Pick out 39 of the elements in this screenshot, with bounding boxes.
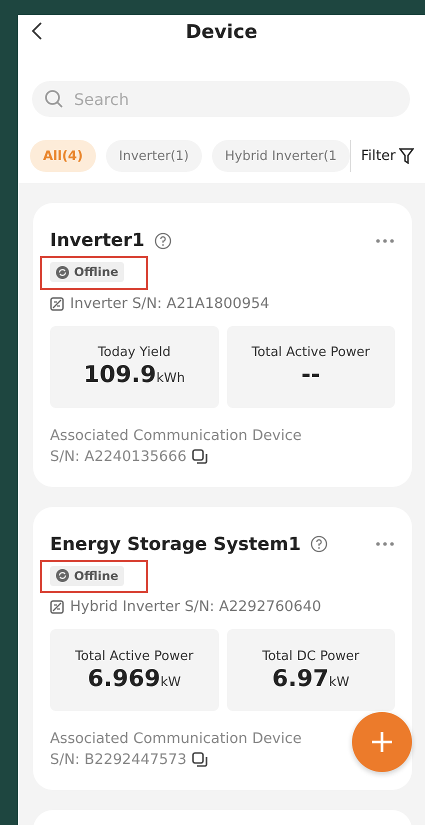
device-icon	[50, 600, 64, 614]
comm-device-label: Associated Communication Device	[50, 428, 302, 444]
metric-value: 6.97 kW	[272, 666, 350, 692]
metric-label: Total DC Power	[262, 648, 360, 664]
metric-value: --	[301, 362, 320, 388]
filter-icon	[398, 148, 414, 164]
device-icon	[50, 296, 64, 310]
search-icon	[44, 89, 64, 109]
device-card[interactable]: Energy Storage System1 Offline Hybrid Inverter S/N: A2292760640 Total Active Power 6.969kW Total DC Power 6.97 kW Associated Communication Device S/N: B2292447573	[33, 506, 412, 790]
plus-icon	[371, 731, 393, 753]
filter-tab[interactable]: Inverter(1)	[106, 140, 202, 172]
filter-tab[interactable]: Hybrid Inverter(1	[212, 140, 350, 172]
page-title: Device	[186, 21, 258, 43]
copy-icon[interactable]	[192, 448, 208, 464]
device-card[interactable]: Inverter1 Offline Inverter S/N: A21A1800954 Today Yield 109.9kWh Total Active Power -- Associated Communication Device S/N: A2240135666	[33, 203, 412, 486]
search-field[interactable]: Search	[32, 81, 410, 117]
comm-serial-number: S/N: B2292447573	[50, 752, 187, 768]
filter-button[interactable]: Filter	[351, 148, 414, 164]
help-icon[interactable]	[154, 232, 172, 250]
metric-label: Total Active Power	[75, 648, 194, 664]
device-name: Inverter1	[50, 230, 145, 251]
metric-value: 109.9kWh	[84, 362, 185, 388]
metric-label: Total Active Power	[252, 345, 370, 360]
more-icon[interactable]	[375, 541, 395, 547]
more-icon[interactable]	[375, 238, 395, 244]
offline-icon	[56, 569, 69, 582]
serial-number: Hybrid Inverter S/N: A2292760640	[70, 599, 322, 615]
comm-serial-number: S/N: A2240135666	[50, 448, 187, 464]
metric-label: Today Yield	[98, 345, 171, 360]
device-name: Energy Storage System1	[50, 534, 301, 554]
status-badge: Offline	[50, 262, 124, 282]
metric-value: 6.969kW	[88, 666, 181, 692]
offline-icon	[56, 266, 69, 278]
status-badge: Offline	[50, 566, 124, 586]
help-icon[interactable]	[310, 535, 328, 553]
comm-device-label: Associated Communication Device	[50, 731, 302, 747]
serial-number: Inverter S/N: A21A1800954	[70, 296, 270, 312]
copy-icon[interactable]	[192, 752, 208, 768]
back-icon[interactable]	[31, 22, 43, 40]
